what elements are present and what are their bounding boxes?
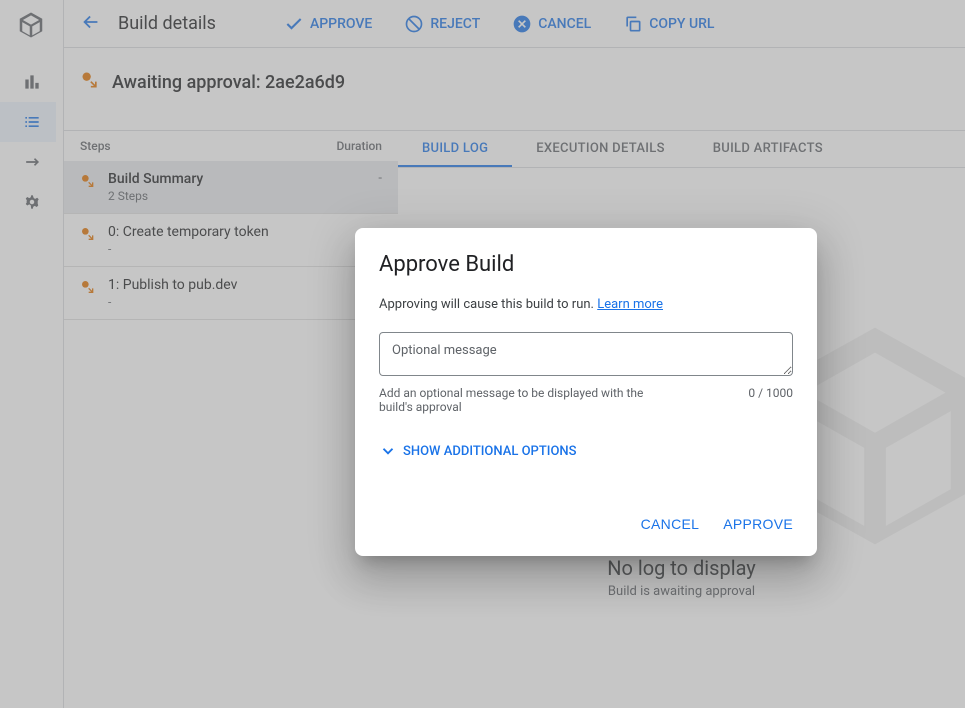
dialog-title: Approve Build	[379, 252, 793, 277]
char-counter: 0 / 1000	[748, 386, 793, 414]
dialog-actions: Cancel Approve	[379, 516, 793, 532]
show-more-label: Show additional options	[403, 444, 577, 459]
helper-row: Add an optional message to be displayed …	[379, 386, 793, 414]
show-additional-options[interactable]: Show additional options	[379, 442, 793, 460]
dialog-cancel-button[interactable]: Cancel	[641, 516, 700, 532]
chevron-down-icon	[379, 442, 397, 460]
dialog-approve-button[interactable]: Approve	[723, 516, 793, 532]
helper-text: Add an optional message to be displayed …	[379, 386, 679, 414]
optional-message-input[interactable]	[379, 332, 793, 376]
approve-build-dialog: Approve Build Approving will cause this …	[355, 228, 817, 556]
learn-more-link[interactable]: Learn more	[597, 297, 663, 312]
dialog-description: Approving will cause this build to run. …	[379, 297, 793, 312]
